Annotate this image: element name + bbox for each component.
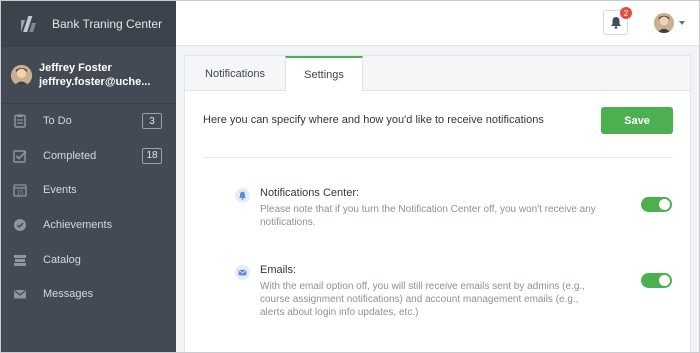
- tab-notifications[interactable]: Notifications: [185, 56, 285, 91]
- count-badge: 18: [142, 147, 162, 164]
- todo-icon: [14, 114, 26, 128]
- setting-title: Notifications Center:: [260, 187, 360, 199]
- avatar: [11, 64, 32, 86]
- user-email: jeffrey.foster@uche...: [39, 76, 151, 88]
- notification-count-badge: 2: [620, 7, 632, 19]
- setting-description: With the email option off, you will stil…: [260, 281, 585, 318]
- sidebar-item-label: Completed: [43, 149, 97, 162]
- user-profile[interactable]: Jeffrey Foster jeffrey.foster@uche...: [1, 46, 176, 104]
- setting-description: Please note that if you turn the Notific…: [260, 204, 596, 228]
- divider: [203, 157, 673, 158]
- sidebar-nav: To Do 3 Completed 18 15 Events Achieveme…: [1, 104, 176, 312]
- toggle-knob: [659, 199, 670, 210]
- sidebar: Bank Traning Center Jeffrey Foster jeffr…: [1, 1, 176, 352]
- brand-name: Bank Traning Center: [52, 16, 163, 31]
- checkbox-icon: [13, 150, 27, 163]
- badge-icon: [14, 219, 26, 232]
- sidebar-item-label: To Do: [43, 115, 72, 128]
- notifications-center-toggle[interactable]: [641, 197, 672, 212]
- sidebar-item-messages[interactable]: Messages: [1, 277, 176, 312]
- settings-intro: Here you can specify where and how you'd…: [203, 114, 544, 126]
- sidebar-item-label: Catalog: [43, 253, 81, 266]
- notifications-button[interactable]: 2: [603, 7, 632, 35]
- bell-icon: [235, 188, 250, 203]
- tab-bar: Notifications Settings: [185, 56, 690, 92]
- sidebar-item-completed[interactable]: Completed 18: [1, 139, 176, 174]
- brand[interactable]: Bank Traning Center: [1, 1, 176, 46]
- bell-icon: [610, 17, 621, 29]
- sidebar-item-label: Events: [43, 184, 77, 197]
- main-content: Notifications Settings Here you can spec…: [176, 46, 699, 352]
- app-window: Bank Traning Center Jeffrey Foster jeffr…: [0, 0, 700, 353]
- calendar-day: 15: [17, 191, 24, 197]
- sidebar-item-todo[interactable]: To Do 3: [1, 104, 176, 139]
- top-header: 2: [176, 1, 699, 46]
- envelope-icon: [14, 290, 26, 299]
- sidebar-item-catalog[interactable]: Catalog: [1, 242, 176, 277]
- sidebar-item-label: Messages: [43, 288, 94, 301]
- user-avatar-menu[interactable]: [654, 13, 674, 33]
- setting-title: Emails:: [260, 264, 297, 276]
- count-badge: 3: [142, 113, 162, 130]
- envelope-icon: [235, 265, 250, 280]
- save-button[interactable]: Save: [601, 107, 673, 134]
- chevron-down-icon[interactable]: [679, 21, 685, 25]
- logo-icon: [21, 15, 37, 32]
- calendar-icon: 15: [13, 184, 27, 198]
- sidebar-item-events[interactable]: 15 Events: [1, 173, 176, 208]
- avatar-image: [654, 13, 674, 33]
- toggle-knob: [659, 275, 670, 286]
- avatar-image: [11, 64, 32, 86]
- settings-panel: Notifications Settings Here you can spec…: [184, 55, 691, 352]
- user-name: Jeffrey Foster: [39, 62, 112, 74]
- tab-settings[interactable]: Settings: [285, 56, 363, 92]
- emails-toggle[interactable]: [641, 273, 672, 288]
- sidebar-item-achievements[interactable]: Achievements: [1, 208, 176, 243]
- sidebar-item-label: Achievements: [43, 219, 113, 232]
- catalog-icon: [14, 254, 26, 266]
